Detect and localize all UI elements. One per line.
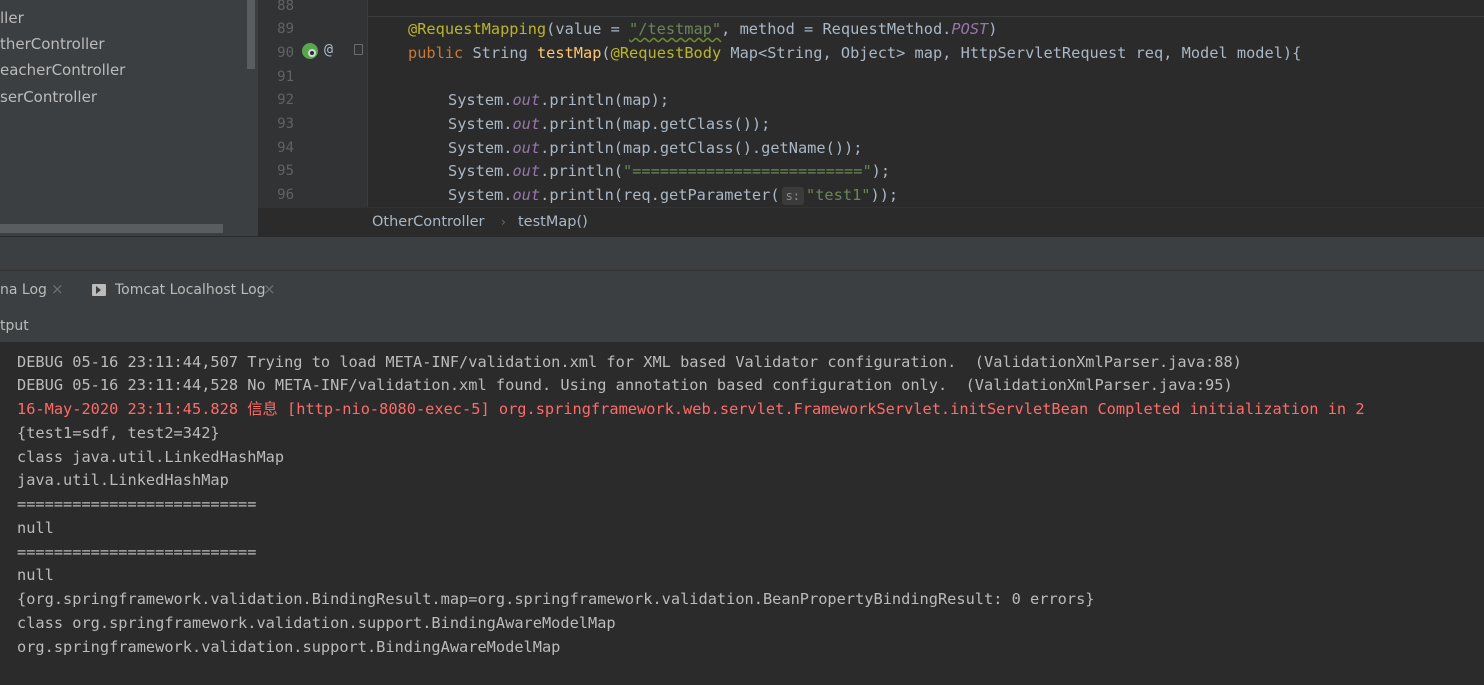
spring-web-endpoint-icon[interactable] [302,43,318,59]
code-line-92: System.out.println(map); [448,88,669,112]
close-icon[interactable]: × [263,280,276,298]
code-line-93: System.out.println(map.getClass()); [448,112,770,136]
code-token: System. [448,115,513,133]
chevron-right-icon: › [501,215,506,229]
console-line: {org.springframework.validation.BindingR… [17,590,1095,608]
console-line: 16-May-2020 23:11:45.828 信息 [http-nio-80… [17,400,1365,418]
console-line: {test1=sdf, test2=342} [17,424,220,442]
line-number: 90 [277,45,294,61]
code-token: .println(map); [540,91,670,109]
console-line: DEBUG 05-16 23:11:44,528 No META-INF/val… [17,376,1233,394]
code-token: .println(map.getClass()); [540,115,771,133]
code-token: POST [951,20,989,38]
panel-divider[interactable] [0,236,1484,271]
console-icon [92,284,106,296]
output-label: tput [0,318,29,334]
tree-horizontal-scrollbar[interactable] [0,224,223,233]
code-token: Map<String, Object> map, HttpServletRequ… [721,44,1302,62]
close-icon[interactable]: × [51,280,64,298]
code-token: ( [601,44,611,62]
code-token: System. [448,139,513,157]
console-line: ========================== [17,543,257,561]
tree-item-other-controller[interactable]: therController [0,33,105,55]
code-token: out [512,162,541,180]
code-token: System. [448,91,513,109]
tree-vertical-scrollbar[interactable] [247,0,255,69]
breadcrumb-class[interactable]: OtherController [372,214,485,230]
breadcrumb: OtherController › testMap() [258,207,1484,237]
parameter-hint: s: [781,186,805,205]
code-token: "=========================" [623,162,872,180]
code-line-89: @RequestMapping(value = "/testmap", meth… [408,17,997,41]
line-number: 94 [277,140,294,156]
console-line: null [17,566,54,584]
console-line: org.springframework.validation.support.B… [17,638,561,656]
code-token: )); [870,186,899,204]
gutter-divider [367,0,368,207]
code-token: .println( [540,162,623,180]
console-line: null [17,519,54,537]
tree-item-teacher-controller[interactable]: eacherController [0,59,125,81]
code-token: .println(map.getClass().getName()); [540,139,863,157]
tab-catalina-log[interactable]: na Log [0,282,47,298]
fold-marker-icon[interactable] [354,44,363,55]
tool-window-tabs: na Log × Tomcat Localhost Log × [0,270,1484,311]
line-number: 89 [277,21,294,37]
code-token: out [512,186,541,204]
annotation-marker-icon[interactable]: @ [324,40,333,58]
console-line: DEBUG 05-16 23:11:44,507 Trying to load … [17,353,1242,371]
code-token: String [463,44,537,62]
code-token: System. [448,162,513,180]
console-line: java.util.LinkedHashMap [17,471,229,489]
code-token: (value = [546,20,630,38]
code-token: , method = RequestMethod. [721,20,952,38]
console-line: ========================== [17,495,257,513]
code-token: out [512,139,541,157]
line-number: 93 [277,116,294,132]
code-line-95: System.out.println("====================… [448,159,890,183]
code-token: out [512,91,541,109]
line-number: 96 [277,187,294,203]
code-token: ); [871,162,891,180]
line-number: 92 [277,92,294,108]
code-token: "/testmap" [629,20,722,38]
console-output[interactable]: DEBUG 05-16 23:11:44,507 Trying to load … [0,342,1484,685]
code-token: "test1" [806,186,871,204]
code-token: System. [448,186,513,204]
editor-gutter: 88 89 90 91 92 93 94 95 96 @ [258,0,368,207]
line-number: 88 [277,0,294,14]
code-token: @RequestMapping [408,20,547,38]
tree-item-user-controller[interactable]: serController [0,86,97,108]
breadcrumb-method[interactable]: testMap() [518,214,588,230]
code-token: @RequestBody [610,44,722,62]
output-header: tput [0,310,1484,342]
project-tree: ller therController eacherController ser… [0,0,258,236]
line-number: 95 [277,163,294,179]
code-token: out [512,115,541,133]
code-line-90: public String testMap(@RequestBody Map<S… [408,41,1301,65]
code-token: public [408,44,464,62]
tree-item-controller[interactable]: ller [0,7,24,29]
code-line-94: System.out.println(map.getClass().getNam… [448,136,862,160]
code-line-96: System.out.println(req.getParameter(s: "t… [448,183,898,207]
tab-tomcat-localhost-log[interactable]: Tomcat Localhost Log [115,282,266,298]
code-token: testMap [536,44,602,62]
code-token: .println(req.getParameter( [540,186,780,204]
code-token: ) [988,20,998,38]
code-editor[interactable]: 88 89 90 91 92 93 94 95 96 @ @RequestMap… [258,0,1484,207]
console-line: class org.springframework.validation.sup… [17,614,616,632]
line-number: 91 [277,69,294,85]
console-line: class java.util.LinkedHashMap [17,448,285,466]
